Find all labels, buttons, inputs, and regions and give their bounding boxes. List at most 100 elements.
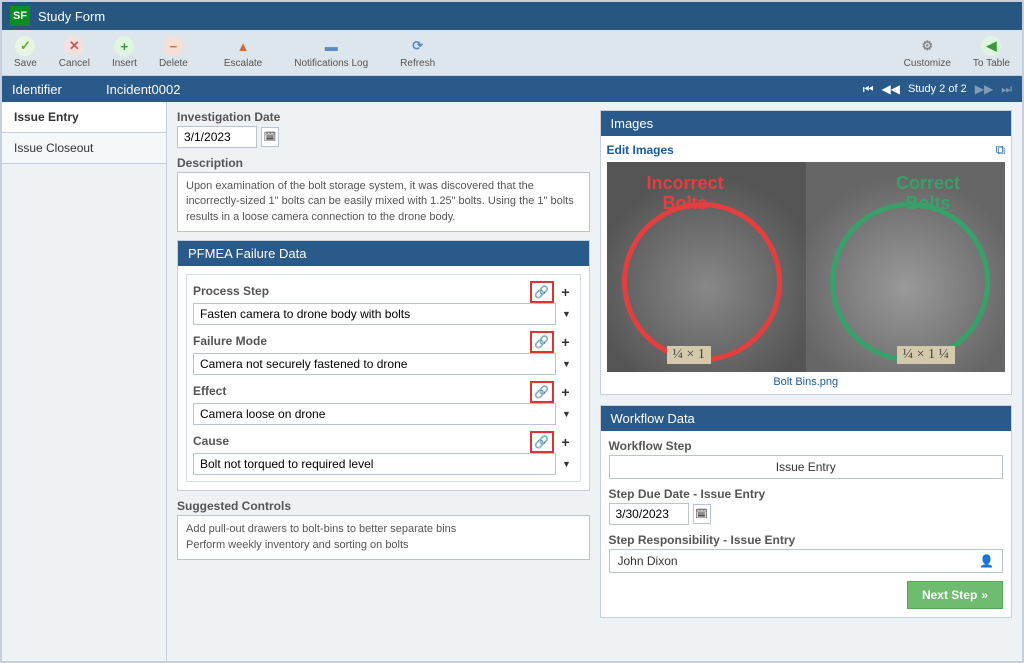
title-bar: SF Study Form [2,2,1022,30]
next-icon[interactable]: ▶▶ [975,82,993,96]
field-label: Step Due Date - Issue Entry [609,487,1004,501]
toolbar-label: Cancel [59,58,90,69]
delete-button[interactable]: − Delete [159,36,188,69]
next-step-button[interactable]: Next Step » [907,581,1003,609]
link-icon[interactable]: 🔗 [534,384,550,400]
calendar-icon[interactable]: 🗓 [261,127,279,147]
pfmea-panel: PFMEA Failure Data Process Step 🔗 + [177,240,590,491]
study-nav: ⏮ ◀◀ Study 2 of 2 ▶▶ ⏭ [863,82,1012,97]
cancel-button[interactable]: ✕ Cancel [59,36,90,69]
dropdown-icon[interactable]: ▼ [560,307,574,321]
workflow-panel: Workflow Data Workflow Step Issue Entry … [600,405,1013,618]
pfmea-effect: Effect 🔗 + ▼ [193,381,574,425]
field-label: Failure Mode [193,334,530,348]
image-preview[interactable]: Incorrect Bolts Correct Bolts ¼ × 1 ¼ × … [607,162,1006,372]
dropdown-icon[interactable]: ▼ [560,407,574,421]
add-icon[interactable]: + [558,334,574,350]
sidebar: Issue Entry Issue Closeout [2,102,167,661]
green-circle-annotation [830,202,990,362]
toolbar-label: To Table [973,58,1010,69]
field-label: Workflow Step [609,439,1004,453]
step-due-date-input[interactable] [609,503,689,525]
field-label: Process Step [193,284,530,298]
suggested-controls-field: Suggested Controls Add pull-out drawers … [177,499,590,560]
app-window: SF Study Form ✓ Save ✕ Cancel + Insert −… [0,0,1024,663]
process-step-input[interactable] [193,303,556,325]
suggested-controls-text[interactable]: Add pull-out drawers to bolt-bins to bet… [177,515,590,560]
step-responsibility-value[interactable]: John Dixon 👤 [609,549,1004,573]
plus-icon: + [114,36,134,56]
refresh-button[interactable]: ⟳ Refresh [400,36,435,69]
external-link-icon[interactable]: ⧉ [996,142,1005,158]
dropdown-icon[interactable]: ▼ [560,457,574,471]
link-highlight: 🔗 [530,431,554,453]
failure-mode-input[interactable] [193,353,556,375]
first-icon[interactable]: ⏮ [863,82,874,97]
window-title: Study Form [38,9,105,24]
sidebar-item-issue-entry[interactable]: Issue Entry [2,102,166,133]
toolbar-label: Insert [112,58,137,69]
identifier-label: Identifier [12,82,102,97]
responsibility-name: John Dixon [618,554,678,568]
add-icon[interactable]: + [558,434,574,450]
field-label: Cause [193,434,530,448]
x-icon: ✕ [64,36,84,56]
left-column: Investigation Date 🗓 Description Upon ex… [177,110,590,653]
to-table-button[interactable]: ◀ To Table [973,36,1010,69]
toolbar: ✓ Save ✕ Cancel + Insert − Delete ▲ Esca… [2,30,1022,76]
toolbar-label: Notifications Log [294,58,368,69]
investigation-date-input[interactable] [177,126,257,148]
toolbar-label: Escalate [224,58,262,69]
cause-input[interactable] [193,453,556,475]
main-content: Issue Entry Issue Closeout Investigation… [2,102,1022,661]
check-icon: ✓ [15,36,35,56]
field-label: Investigation Date [177,110,590,124]
refresh-icon: ⟳ [408,36,428,56]
escalate-button[interactable]: ▲ Escalate [224,36,262,69]
dropdown-icon[interactable]: ▼ [560,357,574,371]
link-icon[interactable]: 🔗 [534,434,550,450]
description-text[interactable]: Upon examination of the bolt storage sys… [177,172,590,232]
person-icon[interactable]: 👤 [979,554,994,568]
chevron-right-icon: » [981,588,988,602]
customize-button[interactable]: ⚙ Customize [904,36,951,69]
field-label: Suggested Controls [177,499,590,513]
images-panel: Images Edit Images ⧉ Incorrect Bolts Cor… [600,110,1013,395]
calendar-icon[interactable]: 🗓 [693,504,711,524]
add-icon[interactable]: + [558,384,574,400]
button-label: Next Step [922,588,977,602]
effect-input[interactable] [193,403,556,425]
bin-label-left: ¼ × 1 [667,346,711,364]
right-column: Images Edit Images ⧉ Incorrect Bolts Cor… [600,110,1013,653]
insert-button[interactable]: + Insert [112,36,137,69]
save-button[interactable]: ✓ Save [14,36,37,69]
image-caption: Bolt Bins.png [607,376,1006,388]
last-icon[interactable]: ⏭ [1001,82,1012,97]
content-area: Investigation Date 🗓 Description Upon ex… [167,102,1022,661]
link-icon[interactable]: 🔗 [534,334,550,350]
edit-images-link[interactable]: Edit Images [607,143,674,157]
triangle-icon: ▲ [233,36,253,56]
toolbar-label: Customize [904,58,951,69]
investigation-date-field: Investigation Date 🗓 [177,110,590,148]
toolbar-label: Refresh [400,58,435,69]
link-highlight: 🔗 [530,381,554,403]
prev-icon[interactable]: ◀◀ [882,82,900,96]
panel-header: PFMEA Failure Data [178,241,589,266]
panel-header: Workflow Data [601,406,1012,431]
notifications-log-button[interactable]: ▬ Notifications Log [294,36,368,69]
link-highlight: 🔗 [530,281,554,303]
add-icon[interactable]: + [558,284,574,300]
sidebar-item-issue-closeout[interactable]: Issue Closeout [2,133,166,164]
description-field: Description Upon examination of the bolt… [177,156,590,232]
toolbar-label: Delete [159,58,188,69]
back-icon: ◀ [981,36,1001,56]
pfmea-failure-mode: Failure Mode 🔗 + ▼ [193,331,574,375]
link-icon[interactable]: 🔗 [534,284,550,300]
pfmea-cause: Cause 🔗 + ▼ [193,431,574,475]
minus-icon: − [163,36,183,56]
app-logo: SF [10,6,30,26]
field-label: Step Responsibility - Issue Entry [609,533,1004,547]
gear-icon: ⚙ [917,36,937,56]
pfmea-process-step: Process Step 🔗 + ▼ [193,281,574,325]
